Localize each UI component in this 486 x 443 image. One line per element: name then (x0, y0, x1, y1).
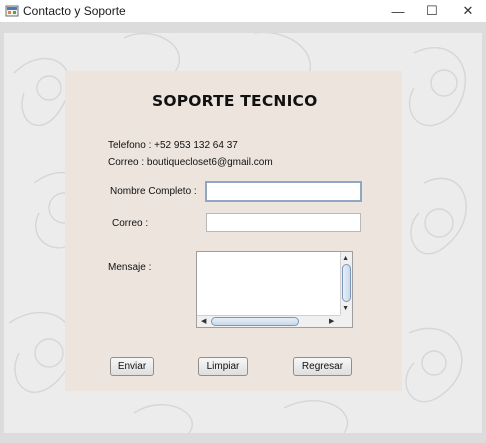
horizontal-scroll-thumb[interactable] (211, 317, 299, 326)
horizontal-scrollbar[interactable]: ◀ ▶ (197, 315, 341, 327)
scroll-corner (340, 315, 352, 327)
message-label: Mensaje : (108, 262, 152, 273)
back-button[interactable]: Regresar (293, 357, 352, 376)
scroll-right-icon[interactable]: ▶ (329, 318, 334, 325)
name-input[interactable] (205, 181, 362, 202)
vertical-scroll-thumb[interactable] (342, 264, 351, 302)
name-label: Nombre Completo : (110, 186, 197, 197)
phone-info: Telefono : +52 953 132 64 37 (108, 140, 238, 151)
email-input[interactable] (206, 213, 361, 232)
close-icon: ✕ (462, 3, 474, 18)
java-app-icon (5, 5, 19, 17)
close-button[interactable]: ✕ (451, 0, 485, 22)
email-label: Correo : (112, 218, 149, 229)
title-bar: Contacto y Soporte — ☐ ✕ (0, 0, 486, 22)
window-title: Contacto y Soporte (23, 4, 126, 18)
maximize-icon: ☐ (426, 3, 438, 18)
scroll-up-icon[interactable]: ▲ (342, 255, 349, 262)
maximize-button[interactable]: ☐ (415, 0, 449, 22)
send-button[interactable]: Enviar (110, 357, 154, 376)
page-title: SOPORTE TECNICO (152, 92, 318, 110)
vertical-scrollbar[interactable]: ▲ ▼ (340, 252, 352, 316)
clear-button[interactable]: Limpiar (198, 357, 248, 376)
minimize-button[interactable]: — (381, 0, 415, 22)
minimize-icon: — (391, 3, 405, 19)
message-scroll-pane: ▲ ▼ ◀ ▶ (196, 251, 353, 328)
scroll-left-icon[interactable]: ◀ (201, 318, 206, 325)
scroll-down-icon[interactable]: ▼ (342, 305, 349, 312)
email-info: Correo : boutiquecloset6@gmail.com (108, 157, 273, 168)
message-textarea[interactable] (197, 252, 341, 316)
